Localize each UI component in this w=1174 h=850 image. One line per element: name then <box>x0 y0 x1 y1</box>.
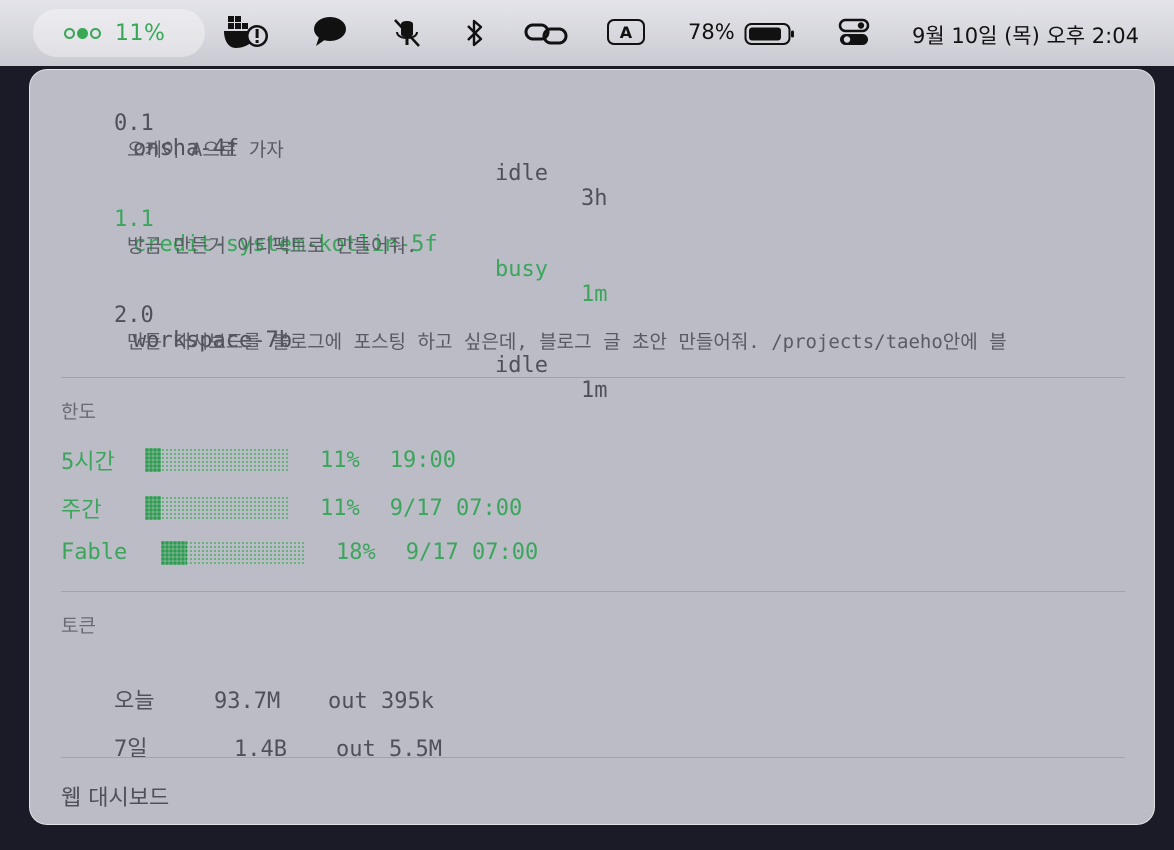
limit-label: 주간 <box>61 498 102 523</box>
divider <box>61 591 1125 592</box>
divider <box>61 377 1125 378</box>
usage-popup: 0.1 onsha-4f idle 3h 오케이 A으로 가자 1.1 cred… <box>29 69 1155 825</box>
session-id: 0.1 <box>113 111 154 136</box>
limit-row: 5시간 11% 19:00 <box>61 444 456 476</box>
session-age: 3h <box>581 186 608 211</box>
limit-reset-time: 9/17 07:00 <box>405 540 539 565</box>
token-total: 1.4B <box>233 737 287 762</box>
usage-status-item[interactable]: 11% <box>33 9 205 57</box>
session-message: 만든 대시보드를 블로그에 포스팅 하고 싶은데, 블로그 글 초안 만들어줘.… <box>127 331 1007 353</box>
docker-icon[interactable] <box>222 12 270 52</box>
limit-row: 주간 11% 9/17 07:00 <box>61 492 522 524</box>
bluetooth-icon[interactable] <box>464 18 486 48</box>
session-state: idle <box>495 161 548 186</box>
chat-bubble-icon[interactable] <box>312 16 348 48</box>
usage-dots-icon <box>64 27 101 39</box>
menu-bar: 11% A 78% 9월 10일 (목) 오후 2:04 <box>0 0 1174 66</box>
limit-label: Fable <box>61 540 128 565</box>
token-row: 7일 1.4B out 5.5M <box>61 706 442 788</box>
divider <box>61 757 1125 758</box>
session-message: 오케이 A으로 가자 <box>127 139 284 161</box>
battery-percent: 78% <box>688 20 735 44</box>
limit-row: Fable 18% 9/17 07:00 <box>61 540 538 565</box>
session-state: busy <box>495 257 548 282</box>
session-message: 방금 만든거 아티팩트로 만들어줘. <box>127 235 418 257</box>
link-icon[interactable] <box>524 20 568 48</box>
limit-progress-bar <box>161 540 306 565</box>
session-state: idle <box>495 353 548 378</box>
session-id: 1.1 <box>113 207 154 232</box>
menubar-clock[interactable]: 9월 10일 (목) 오후 2:04 <box>912 20 1139 50</box>
token-label: 7일 <box>113 737 148 762</box>
limit-reset-time: 9/17 07:00 <box>389 495 523 521</box>
session-id: 2.0 <box>113 303 154 328</box>
limit-progress-bar <box>145 496 290 520</box>
tokens-section-title: 토큰 <box>61 615 96 637</box>
limit-label: 5시간 <box>61 450 115 475</box>
battery-icon[interactable] <box>744 22 796 46</box>
mute-icon[interactable] <box>393 18 421 48</box>
limit-progress-bar <box>145 448 290 472</box>
limits-section-title: 한도 <box>61 401 96 423</box>
web-dashboard-link[interactable]: 웹 대시보드 <box>61 780 169 812</box>
limit-percent: 18% <box>336 540 376 565</box>
control-center-icon[interactable] <box>838 18 870 48</box>
input-source-icon[interactable]: A <box>607 19 645 45</box>
limit-percent: 11% <box>320 447 360 473</box>
limit-reset-time: 19:00 <box>389 447 456 473</box>
usage-percent: 11% <box>115 20 166 46</box>
limit-percent: 11% <box>320 495 360 521</box>
token-out: out 5.5M <box>335 737 442 762</box>
session-age: 1m <box>581 282 608 307</box>
session-age: 1m <box>581 378 608 403</box>
